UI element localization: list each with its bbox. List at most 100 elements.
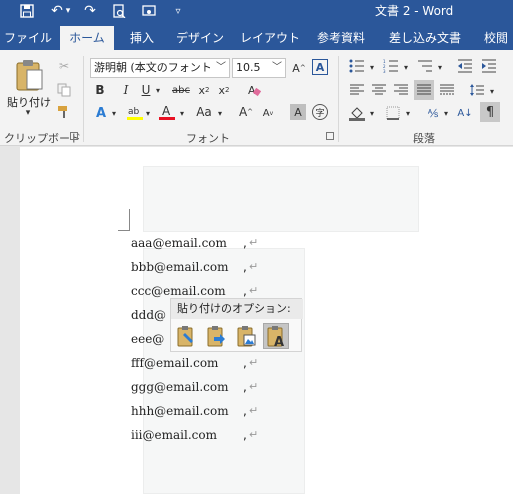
format-painter-icon[interactable] (56, 104, 72, 120)
shrink-font-size-icon[interactable]: Av (260, 106, 276, 120)
asian-layout-dropdown-icon[interactable]: ▾ (442, 106, 450, 120)
document-line[interactable]: bbb@email.com (131, 260, 229, 274)
underline-dropdown-icon[interactable]: ▾ (154, 82, 162, 98)
header-shading (143, 166, 419, 232)
document-line[interactable]: eee@ (131, 332, 164, 346)
text-effects-dropdown-icon[interactable]: ▾ (110, 106, 118, 120)
underline-icon[interactable]: U (138, 82, 154, 98)
document-line[interactable]: aaa@email.com (131, 236, 227, 250)
line-spacing-dropdown-icon[interactable]: ▾ (488, 84, 496, 98)
redo-icon[interactable]: ↷ (80, 1, 100, 21)
align-right-icon[interactable] (392, 82, 410, 98)
chevron-down-icon: ﹀ (272, 62, 282, 73)
separator-comma: , (243, 284, 247, 298)
document-line[interactable]: fff@email.com (131, 356, 218, 370)
bullets-icon[interactable] (348, 58, 366, 74)
justify-icon[interactable] (414, 80, 434, 100)
font-name-select[interactable]: 游明朝 (本文のフォント ﹀ (90, 58, 230, 78)
change-case-dropdown-icon[interactable]: ▾ (216, 106, 224, 120)
strikethrough-icon[interactable]: abc (170, 82, 192, 98)
subscript-icon[interactable]: x2 (196, 82, 212, 98)
paragraph-mark: ↵ (249, 404, 259, 417)
distributed-icon[interactable] (438, 82, 456, 98)
document-line[interactable]: ccc@email.com (131, 284, 226, 298)
numbering-dropdown-icon[interactable]: ▾ (402, 60, 410, 74)
paste-as-picture-icon[interactable] (233, 323, 259, 349)
decrease-indent-icon[interactable] (456, 58, 474, 74)
document-line[interactable]: hhh@email.com (131, 404, 229, 418)
keep-text-only-icon[interactable]: A (263, 323, 289, 349)
font-size-select[interactable]: 10.5 ﹀ (232, 58, 286, 78)
bullets-dropdown-icon[interactable]: ▾ (368, 60, 376, 74)
tab-references[interactable]: 参考資料 (310, 26, 372, 50)
paste-icon[interactable] (12, 56, 46, 94)
show-hide-marks-icon[interactable]: ¶ (480, 102, 500, 122)
clear-formatting-icon[interactable]: A (246, 82, 262, 98)
undo-dropdown-icon[interactable]: ▾ (63, 1, 73, 21)
highlight-color-icon[interactable]: ab (126, 102, 144, 122)
numbering-icon[interactable]: 123 (382, 58, 400, 74)
separator-comma: , (243, 380, 247, 394)
superscript-icon[interactable]: x2 (216, 82, 232, 98)
align-center-icon[interactable] (370, 82, 388, 98)
bold-icon[interactable]: B (92, 82, 108, 98)
document-line[interactable]: iii@email.com (131, 428, 217, 442)
asian-layout-icon[interactable]: ⅍ (424, 104, 442, 122)
ribbon-tabs: ファイル ホーム 挿入 デザイン レイアウト 参考資料 差し込み文書 校閲 (0, 22, 513, 50)
sort-icon[interactable]: A↓ (456, 104, 474, 122)
grow-font-size-icon[interactable]: A ^ (238, 104, 254, 120)
enclose-characters-icon[interactable]: 字 (312, 104, 328, 120)
svg-text:3: 3 (383, 69, 386, 73)
paragraph-group-label: 段落 (413, 132, 435, 145)
copy-icon[interactable] (56, 82, 72, 98)
separator-comma: , (243, 236, 247, 250)
cut-icon[interactable]: ✂ (56, 58, 72, 74)
paragraph-mark: ↵ (249, 380, 259, 393)
separator-comma: , (243, 404, 247, 418)
align-left-icon[interactable] (348, 82, 366, 98)
highlight-dropdown-icon[interactable]: ▾ (144, 106, 152, 120)
print-preview-icon[interactable] (109, 1, 129, 21)
window-title: 文書 2 - Word (375, 4, 454, 18)
character-shading-icon[interactable]: A (290, 104, 306, 120)
font-color-dropdown-icon[interactable]: ▾ (178, 106, 186, 120)
tab-file[interactable]: ファイル (4, 26, 52, 50)
multilevel-dropdown-icon[interactable]: ▾ (436, 60, 444, 74)
svg-text:ab: ab (128, 107, 140, 117)
paragraph-mark: ↵ (249, 428, 259, 441)
clipboard-launcher-icon[interactable] (70, 132, 78, 140)
font-color-icon[interactable]: A (158, 102, 176, 122)
merge-formatting-icon[interactable] (203, 323, 229, 349)
character-border-icon[interactable]: A (312, 59, 328, 75)
keep-source-formatting-icon[interactable] (173, 323, 199, 349)
tab-home[interactable]: ホーム (60, 26, 114, 50)
font-launcher-icon[interactable] (326, 132, 334, 140)
separator-comma: , (243, 428, 247, 442)
tab-mailings[interactable]: 差し込み文書 (382, 26, 468, 50)
shading-icon[interactable] (348, 104, 366, 122)
document-line[interactable]: ggg@email.com (131, 380, 229, 394)
tab-review[interactable]: 校閲 (478, 26, 513, 50)
tab-layout[interactable]: レイアウト (238, 26, 302, 50)
change-case-icon[interactable]: Aa (192, 104, 216, 120)
tab-insert[interactable]: 挿入 (122, 26, 162, 50)
text-effects-icon[interactable]: A (92, 104, 110, 122)
tab-design[interactable]: デザイン (172, 26, 228, 50)
increase-indent-icon[interactable] (480, 58, 498, 74)
line-spacing-icon[interactable] (468, 82, 486, 98)
touch-mode-icon[interactable] (139, 1, 159, 21)
save-icon[interactable] (17, 1, 37, 21)
customize-qat-icon[interactable]: ▿ (168, 1, 188, 21)
paste-dropdown-icon[interactable]: ▾ (22, 108, 34, 118)
paste-options-popup: 貼り付けのオプション: A (170, 298, 303, 352)
svg-text:A: A (274, 335, 284, 347)
borders-icon[interactable] (384, 104, 402, 122)
document-line[interactable]: ddd@ (131, 308, 166, 322)
borders-dropdown-icon[interactable]: ▾ (404, 106, 412, 120)
svg-text:A: A (162, 104, 171, 118)
ribbon: 貼り付け ▾ ✂ クリップボード 游明朝 (本文のフォント ﹀ 10.5 ﹀ A… (0, 50, 513, 146)
shading-dropdown-icon[interactable]: ▾ (368, 106, 376, 120)
grow-font-icon[interactable]: A ^ (290, 59, 308, 77)
multilevel-list-icon[interactable] (416, 58, 434, 74)
italic-icon[interactable]: I (118, 82, 134, 98)
